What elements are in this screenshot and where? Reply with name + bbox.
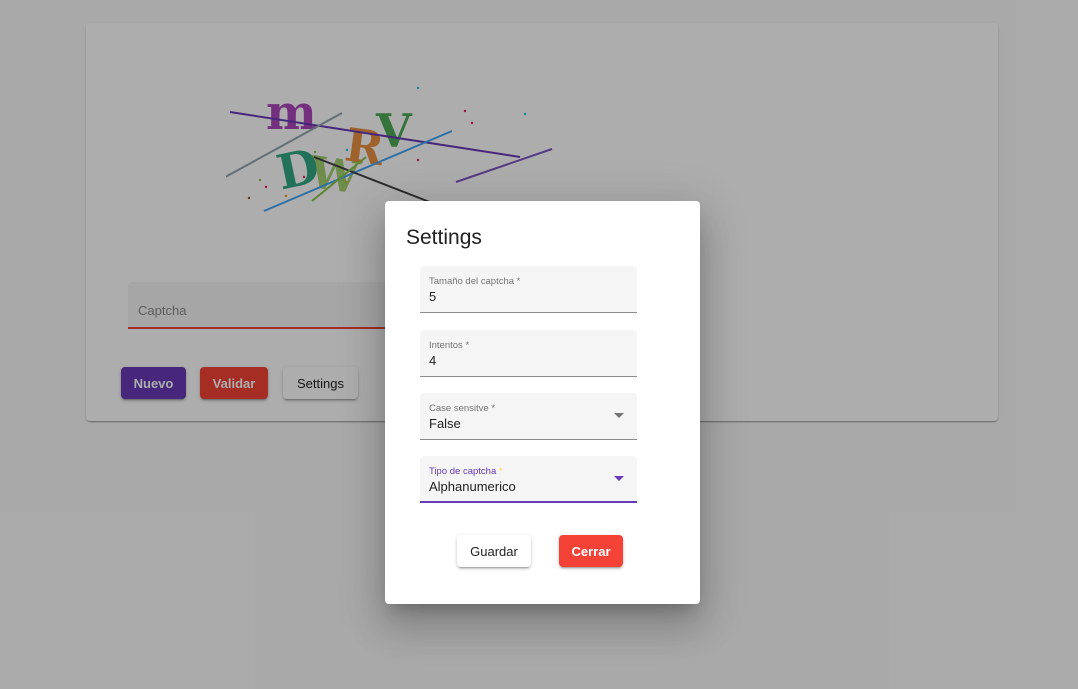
- dialog-title: Settings: [406, 226, 482, 249]
- dropdown-arrow-icon[interactable]: [614, 476, 624, 481]
- case-sensitive-label: Case sensitve *: [429, 403, 496, 414]
- tipo-captcha-select[interactable]: Tipo de captcha * Alphanumerico: [420, 456, 637, 503]
- captcha-size-label: Tamaño del captcha *: [429, 276, 521, 287]
- captcha-size-value: 5: [429, 289, 437, 304]
- cerrar-button[interactable]: Cerrar: [559, 535, 623, 567]
- dropdown-arrow-icon[interactable]: [614, 413, 624, 418]
- intentos-field[interactable]: Intentos * 4: [420, 330, 637, 377]
- tipo-captcha-value: Alphanumerico: [429, 479, 516, 494]
- intentos-label: Intentos *: [429, 340, 470, 351]
- case-sensitive-value: False: [429, 416, 461, 431]
- case-sensitive-select[interactable]: Case sensitve * False: [420, 393, 637, 440]
- intentos-value: 4: [429, 353, 437, 368]
- tipo-captcha-label: Tipo de captcha *: [429, 466, 503, 477]
- captcha-size-field[interactable]: Tamaño del captcha * 5: [420, 266, 637, 313]
- settings-dialog: Settings Tamaño del captcha * 5 Intentos…: [385, 201, 700, 604]
- guardar-button[interactable]: Guardar: [457, 535, 531, 567]
